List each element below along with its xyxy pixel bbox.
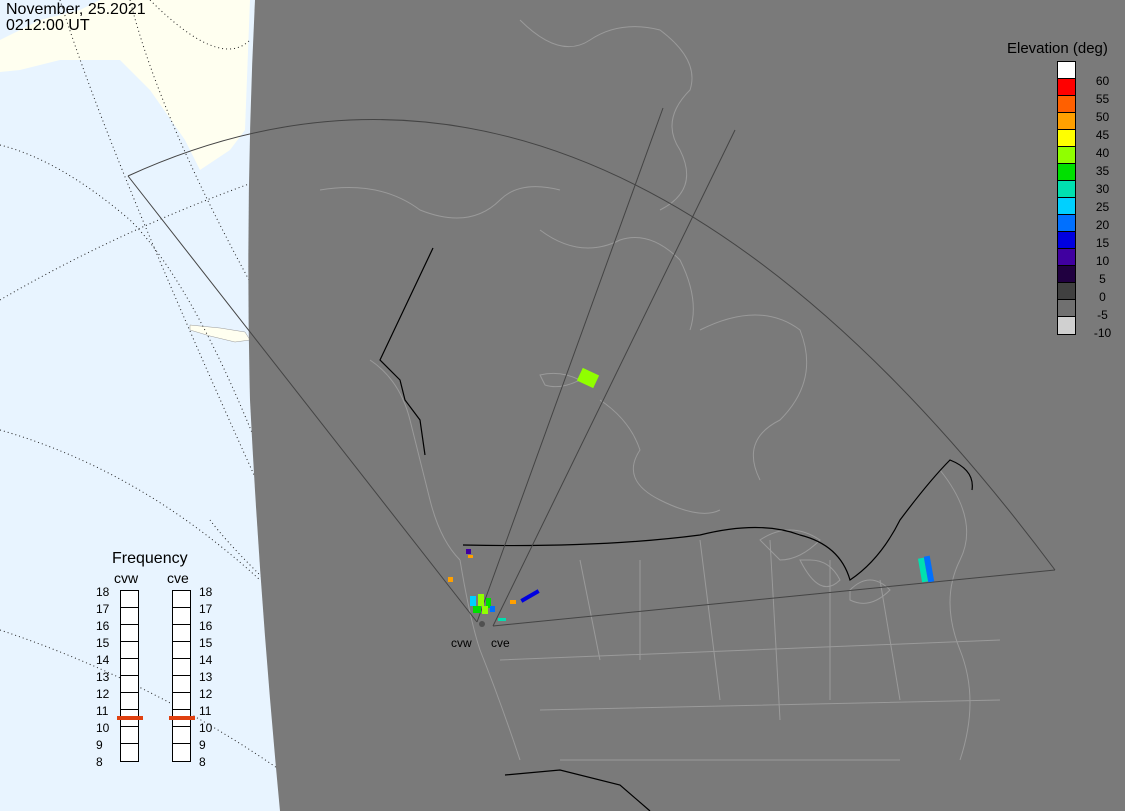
frequency-tick: 15 [96,636,110,650]
frequency-tick: 13 [199,670,213,684]
cvw-frequency-marker [117,715,143,720]
land-region [248,0,1125,811]
legend-label: -10 [1093,326,1112,340]
frequency-tick: 11 [199,704,212,718]
legend-swatch [1058,62,1075,79]
legend-swatch [1058,96,1075,113]
map-canvas [0,0,1125,811]
frequency-cell [173,744,190,761]
frequency-tick: 15 [199,636,213,650]
cve-column-label: cve [167,570,189,586]
frequency-cell [121,659,138,676]
frequency-tick: 17 [199,602,213,616]
date-label: November, 25.2021 [6,1,146,18]
legend-label: 40 [1095,146,1110,160]
legend-label: -5 [1097,308,1108,322]
legend-swatch [1058,113,1075,130]
time-label: 0212:00 UT [6,17,90,34]
frequency-cell [121,693,138,710]
frequency-cell [121,625,138,642]
frequency-tick: 9 [199,738,206,752]
frequency-tick: 18 [96,585,110,599]
legend-label: 10 [1095,254,1110,268]
frequency-tick: 12 [199,687,213,701]
legend-swatch [1058,283,1075,300]
cvw-column-label: cvw [114,570,139,586]
frequency-tick: 17 [96,602,110,616]
frequency-tick: 14 [199,653,213,667]
legend-swatch [1058,79,1075,96]
frequency-cell [173,659,190,676]
frequency-tick: 10 [96,721,110,735]
legend-label: 20 [1095,218,1110,232]
frequency-tick: 8 [96,755,103,769]
frequency-tick: 13 [96,670,110,684]
frequency-tick: 14 [96,653,110,667]
legend-label: 55 [1095,92,1110,106]
legend-swatch [1058,300,1075,317]
legend-swatch [1058,215,1075,232]
legend-label: 0 [1099,290,1106,304]
site-cve-label: cve [491,636,510,650]
frequency-tick: 16 [199,619,213,633]
legend-label: 5 [1099,272,1106,286]
cve-ticks: 18 17 16 15 14 13 12 11 10 9 8 [199,584,212,771]
frequency-tick: 12 [96,687,110,701]
legend-label: 50 [1095,110,1110,124]
frequency-cell [173,608,190,625]
legend-labels: 60 55 50 45 40 35 30 25 20 15 10 5 0 -5 -10 [1080,72,1125,342]
cvw-ticks: 18 17 16 15 14 13 12 11 10 9 8 [96,584,109,771]
frequency-tick: 10 [199,721,213,735]
legend-label: 45 [1095,128,1110,142]
legend-label: 35 [1095,164,1110,178]
elevation-colorbar [1057,61,1076,335]
frequency-cell [121,744,138,761]
frequency-cell [173,625,190,642]
legend-label: 15 [1095,236,1110,250]
legend-label: 30 [1095,182,1110,196]
site-cvw-label: cvw [451,636,472,650]
legend-swatch [1058,164,1075,181]
frequency-cell [173,642,190,659]
legend-swatch [1058,198,1075,215]
frequency-title: Frequency [112,550,188,567]
legend-swatch [1058,266,1075,283]
legend-swatch [1058,147,1075,164]
frequency-cell [121,642,138,659]
cvw-frequency-scale [120,590,139,762]
frequency-cell [173,727,190,744]
frequency-cell [121,676,138,693]
frequency-cell [173,693,190,710]
frequency-tick: 18 [199,585,213,599]
legend-label: 25 [1095,200,1110,214]
frequency-cell [121,727,138,744]
frequency-cell [121,591,138,608]
frequency-tick: 8 [199,755,206,769]
frequency-tick: 11 [96,704,109,718]
legend-swatch [1058,249,1075,266]
legend-swatch [1058,130,1075,147]
frequency-cell [121,608,138,625]
legend-swatch [1058,317,1075,334]
legend-title: Elevation (deg) [1007,40,1108,57]
frequency-cell [173,676,190,693]
frequency-cell [173,591,190,608]
legend-label: 60 [1095,74,1110,88]
legend-swatch [1058,232,1075,249]
frequency-tick: 9 [96,738,103,752]
site-cvw-marker [479,621,485,627]
cve-frequency-scale [172,590,191,762]
frequency-tick: 16 [96,619,110,633]
cve-frequency-marker [169,715,195,720]
legend-swatch [1058,181,1075,198]
